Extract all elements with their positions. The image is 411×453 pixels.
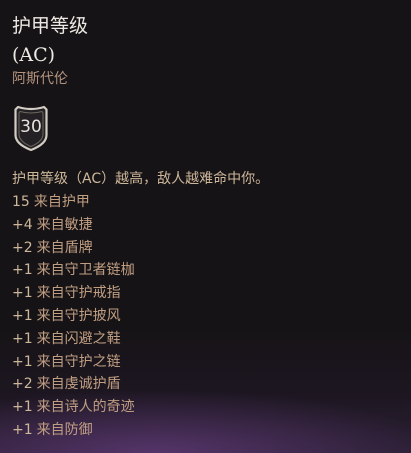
ac-breakdown-item: +1 来自诗人的奇迹	[12, 396, 135, 419]
bonus-amount: +2	[12, 239, 33, 256]
bonus-amount: +1	[12, 330, 33, 347]
armor-class-tooltip: 护甲等级 (AC) 阿斯代伦 30 护甲等级（AC）越高，敌人越难命中你。 15…	[0, 0, 411, 453]
title-abbreviation: (AC)	[12, 44, 56, 66]
bonus-source: 来自护甲	[33, 194, 90, 210]
bonus-source: 来自闪避之鞋	[36, 330, 121, 347]
bonus-source: 来自敏捷	[36, 216, 93, 233]
bonus-source: 来自盾牌	[36, 239, 93, 256]
ac-breakdown-item: +1 来自守护披风	[12, 305, 135, 328]
bonus-source: 来自虔诚护盾	[36, 376, 121, 393]
ac-breakdown-item: +4 来自敏捷	[12, 214, 135, 237]
bonus-source: 来自守卫者链枷	[36, 262, 135, 279]
bonus-source: 来自诗人的奇迹	[36, 399, 135, 416]
character-name: 阿斯代伦	[12, 71, 68, 87]
ac-value: 30	[20, 117, 42, 137]
ac-breakdown-item: +2 来自盾牌	[12, 237, 135, 260]
ac-breakdown-item: +1 来自守卫者链枷	[12, 259, 135, 282]
tooltip-title: 护甲等级 (AC)	[12, 12, 88, 70]
bonus-amount: +1	[12, 262, 33, 279]
ac-breakdown-list: 15 来自护甲 +4 来自敏捷 +2 来自盾牌 +1 来自守卫者链枷 +1 来自守护戒指 +1 来自守…	[12, 191, 135, 442]
bonus-amount: +1	[12, 399, 33, 416]
bonus-amount: 15	[12, 194, 30, 210]
ac-breakdown-item: +1 来自防御	[12, 419, 135, 442]
title-main: 护甲等级	[12, 15, 89, 37]
bonus-source: 来自守护披风	[36, 307, 121, 324]
ac-breakdown-item: +1 来自守护之链	[12, 351, 135, 374]
ac-breakdown-item: +2 来自虔诚护盾	[12, 373, 135, 396]
bonus-amount: +1	[12, 353, 33, 370]
bonus-source: 来自守护戒指	[36, 285, 121, 302]
ac-badge: 30	[13, 104, 49, 152]
ac-description: 护甲等级（AC）越高，敌人越难命中你。	[12, 171, 270, 187]
bonus-amount: +2	[12, 376, 33, 393]
bonus-amount: +1	[12, 307, 33, 324]
bonus-source: 来自守护之链	[36, 353, 121, 370]
bonus-source: 来自防御	[36, 421, 93, 438]
ac-breakdown-item: 15 来自护甲	[12, 191, 135, 214]
bonus-amount: +4	[12, 216, 33, 233]
bonus-amount: +1	[12, 421, 33, 438]
ac-breakdown-item: +1 来自守护戒指	[12, 282, 135, 305]
bonus-amount: +1	[12, 285, 33, 302]
ac-breakdown-item: +1 来自闪避之鞋	[12, 328, 135, 351]
